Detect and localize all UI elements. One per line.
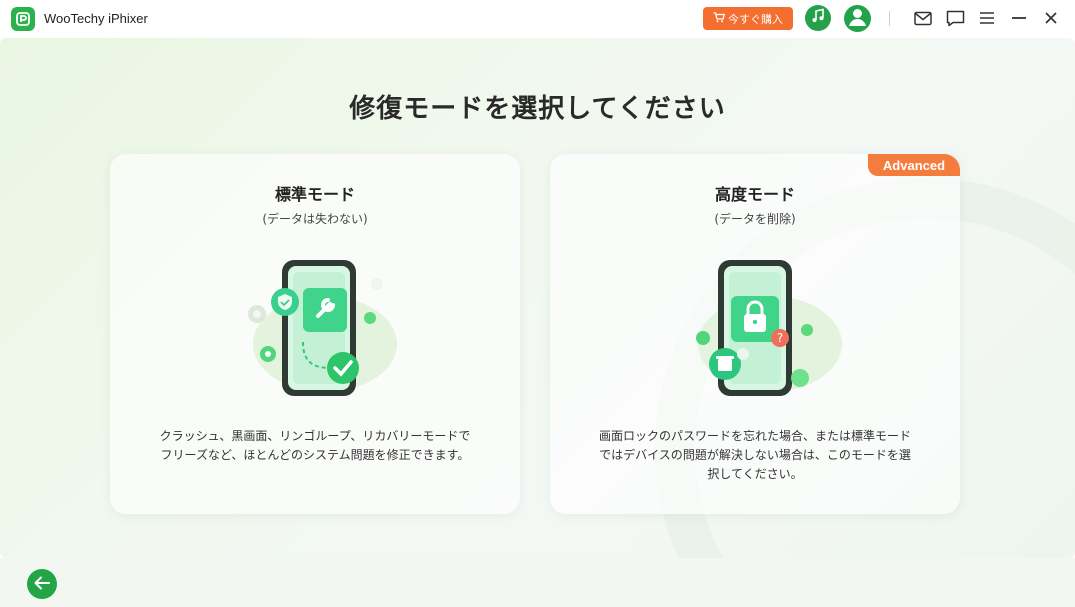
user-account-button[interactable] [844, 5, 871, 32]
menu-icon[interactable] [977, 8, 997, 28]
advanced-badge: Advanced [868, 154, 960, 176]
app-title: WooTechy iPhixer [44, 11, 148, 26]
phone-lock-icon: ? [655, 244, 855, 404]
standard-mode-card[interactable]: 標準モード (データは失わない) クラッシュ、黒画面、リンゴループ、リカバリーモ… [110, 154, 520, 514]
page-title: 修復モードを選択してください [349, 94, 726, 124]
cart-icon [713, 11, 726, 26]
title-bar: WooTechy iPhixer 今すぐ購入 [0, 0, 1075, 38]
back-button[interactable] [27, 569, 57, 599]
minimize-icon[interactable] [1009, 8, 1029, 28]
mail-icon[interactable] [913, 8, 933, 28]
music-button[interactable] [805, 5, 831, 31]
user-icon [844, 5, 871, 32]
advanced-mode-title: 高度モード [714, 185, 795, 204]
buy-now-label: 今すぐ購入 [728, 12, 783, 26]
footer-bar [0, 558, 1075, 607]
standard-mode-subtitle: (データは失わない) [262, 212, 368, 226]
advanced-mode-description: 画面ロックのパスワードを忘れた場合、または標準モードではデバイスの問題が解決しな… [598, 429, 911, 481]
app-logo-icon [11, 7, 35, 31]
back-arrow-icon [34, 575, 50, 594]
chat-icon[interactable] [945, 8, 965, 28]
main-panel: 修復モードを選択してください 標準モード (データは失わない) クラッシュ、黒画… [0, 38, 1075, 558]
toolbar-divider [889, 11, 890, 26]
advanced-mode-subtitle: (データを削除) [714, 212, 796, 226]
close-icon[interactable] [1041, 8, 1061, 28]
buy-now-button[interactable]: 今すぐ購入 [703, 7, 793, 30]
standard-mode-description: クラッシュ、黒画面、リンゴループ、リカバリーモードでフリーズなど、ほとんどのシス… [159, 429, 471, 462]
advanced-mode-card[interactable]: Advanced 高度モード (データを削除) ? 画面ロックのパスワードを忘れ… [550, 154, 960, 514]
svg-text:?: ? [777, 331, 783, 345]
music-note-icon [810, 8, 826, 28]
phone-repair-icon [215, 244, 415, 404]
standard-mode-title: 標準モード [274, 185, 355, 204]
